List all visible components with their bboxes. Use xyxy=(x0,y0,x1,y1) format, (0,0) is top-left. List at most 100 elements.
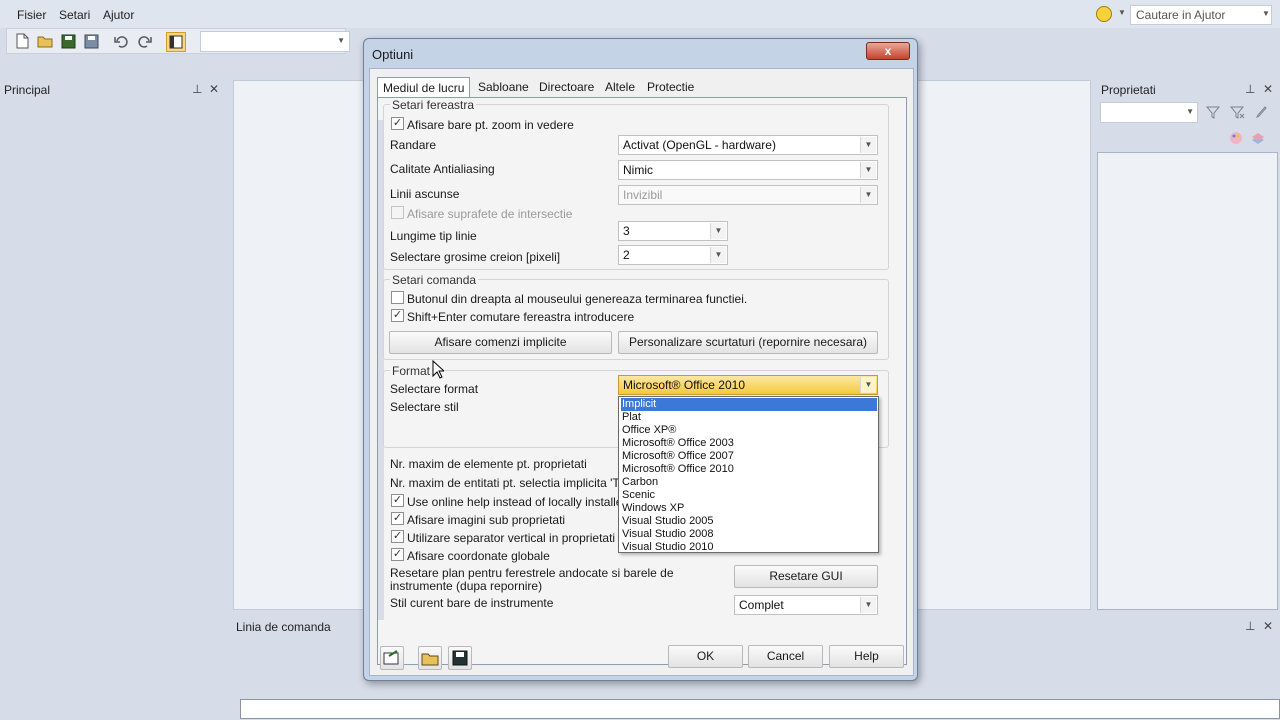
line-type-length-label: Lungime tip linie xyxy=(390,229,477,243)
dialog-title: Optiuni xyxy=(372,47,414,62)
global-coords-label: Afisare coordonate globale xyxy=(407,549,550,563)
vertical-separator-checkbox[interactable]: ✓ xyxy=(391,530,404,543)
antialiasing-label: Calitate Antialiasing xyxy=(390,162,495,176)
dropdown-arrow-icon[interactable]: ▼ xyxy=(1118,8,1126,17)
chevron-down-icon: ▼ xyxy=(1186,107,1194,116)
dropdown-option[interactable]: Implicit xyxy=(621,398,877,411)
rendering-value: Activat (OpenGL - hardware) xyxy=(623,138,776,152)
line-type-length-select[interactable]: 3 ▼ xyxy=(618,221,728,241)
tab-mediul-de-lucru[interactable]: Mediul de lucru xyxy=(377,77,471,98)
undo-icon[interactable] xyxy=(112,32,132,52)
close-icon[interactable]: ✕ xyxy=(209,82,219,96)
properties-selector[interactable]: ▼ xyxy=(1100,102,1198,123)
new-file-icon[interactable] xyxy=(13,32,33,52)
mouse-cursor-icon xyxy=(432,360,444,379)
online-help-checkbox[interactable]: ✓ xyxy=(391,494,404,507)
open-folder-icon[interactable] xyxy=(36,32,56,52)
toolbar-style-label: Stil curent bare de instrumente xyxy=(390,596,554,610)
antialiasing-select[interactable]: Nimic ▼ xyxy=(618,160,878,180)
dropdown-option[interactable]: Visual Studio 2010 xyxy=(621,541,877,554)
help-search-input[interactable]: Cautare in Ajutor xyxy=(1130,5,1272,25)
filter-clear-icon[interactable] xyxy=(1229,104,1245,120)
shift-enter-checkbox[interactable]: ✓ xyxy=(391,309,404,322)
layers-icon[interactable] xyxy=(1250,130,1266,146)
format-value: Microsoft® Office 2010 xyxy=(623,378,746,392)
help-button[interactable]: Help xyxy=(829,645,904,668)
properties-list[interactable] xyxy=(1097,152,1278,610)
tab-sabloane[interactable]: Sabloane xyxy=(473,77,534,98)
dropdown-option[interactable]: Carbon xyxy=(621,476,877,489)
group-title: Format xyxy=(390,364,433,378)
pen-width-select[interactable]: 2 ▼ xyxy=(618,245,728,265)
format-select[interactable]: Microsoft® Office 2010 ▼ xyxy=(618,375,878,395)
hidden-lines-label: Linii ascunse xyxy=(390,187,460,201)
command-line-title: Linia de comanda xyxy=(236,620,331,634)
export-settings-icon[interactable] xyxy=(380,646,404,670)
cancel-button[interactable]: Cancel xyxy=(748,645,823,668)
toolbar-combo[interactable]: ▼ xyxy=(200,31,350,52)
show-default-commands-button[interactable]: Afisare comenzi implicite xyxy=(389,331,612,354)
menu-setari[interactable]: Setari xyxy=(59,8,90,22)
pin-icon[interactable]: ⊥ xyxy=(1245,82,1255,96)
filter-icon[interactable] xyxy=(1205,104,1221,120)
layout-toggle-icon[interactable] xyxy=(166,32,186,52)
vertical-separator-label: Utilizare separator vertical in propriet… xyxy=(407,531,616,545)
open-settings-icon[interactable] xyxy=(418,646,442,670)
right-button-label: Butonul din dreapta al mouseului generea… xyxy=(407,292,748,306)
properties-panel-title: Proprietati xyxy=(1101,83,1156,97)
pen-width-value: 2 xyxy=(623,248,630,262)
right-button-checkbox[interactable] xyxy=(391,291,404,304)
max-entities-label: Nr. maxim de entitati pt. selectia impli… xyxy=(390,476,631,490)
redo-icon[interactable] xyxy=(136,32,156,52)
format-dropdown-list: Implicit Plat Office XP® Microsoft® Offi… xyxy=(618,396,879,553)
rendering-select[interactable]: Activat (OpenGL - hardware) ▼ xyxy=(618,135,878,155)
dropdown-option[interactable]: Microsoft® Office 2003 xyxy=(621,437,877,450)
dropdown-option[interactable]: Plat xyxy=(621,411,877,424)
search-dropdown-icon[interactable]: ▼ xyxy=(1262,9,1270,18)
menu-fisier[interactable]: Fisier xyxy=(17,8,46,22)
save-icon[interactable] xyxy=(82,32,102,52)
color-palette-icon[interactable] xyxy=(1228,130,1244,146)
property-images-label: Afisare imagini sub proprietati xyxy=(407,513,566,527)
tab-protectie[interactable]: Protectie xyxy=(642,77,699,98)
command-input[interactable] xyxy=(240,699,1280,719)
chevron-down-icon: ▼ xyxy=(710,223,726,239)
customize-shortcuts-button[interactable]: Personalizare scurtaturi (repornire nece… xyxy=(618,331,878,354)
intersection-label: Afisare suprafete de intersectie xyxy=(407,207,573,221)
pin-icon[interactable]: ⊥ xyxy=(1245,619,1255,633)
group-title: Setari comanda xyxy=(390,273,479,287)
smiley-icon[interactable] xyxy=(1096,6,1112,22)
zoom-bars-checkbox[interactable]: ✓ xyxy=(391,117,404,130)
tab-directoare[interactable]: Directoare xyxy=(534,77,599,98)
close-icon[interactable]: ✕ xyxy=(1263,82,1273,96)
dropdown-option[interactable]: Visual Studio 2005 xyxy=(621,515,877,528)
toolbar-style-select[interactable]: Complet ▼ xyxy=(734,595,878,615)
hidden-lines-value: Invizibil xyxy=(623,188,663,202)
dropdown-option[interactable]: Office XP® xyxy=(621,424,877,437)
close-icon[interactable]: ✕ xyxy=(1263,619,1273,633)
ok-button[interactable]: OK xyxy=(668,645,743,668)
dropdown-option[interactable]: Microsoft® Office 2007 xyxy=(621,450,877,463)
pencil-icon[interactable] xyxy=(1253,104,1269,120)
select-format-label: Selectare format xyxy=(390,382,479,396)
antialiasing-value: Nimic xyxy=(623,163,653,177)
dropdown-option[interactable]: Microsoft® Office 2010 xyxy=(621,463,877,476)
property-images-checkbox[interactable]: ✓ xyxy=(391,512,404,525)
tab-altele[interactable]: Altele xyxy=(600,77,640,98)
save-all-icon[interactable] xyxy=(59,32,79,52)
reset-gui-button[interactable]: Resetare GUI xyxy=(734,565,878,588)
online-help-label: Use online help instead of locally insta… xyxy=(407,495,646,509)
shift-enter-label: Shift+Enter comutare fereastra introduce… xyxy=(407,310,635,324)
pin-icon[interactable]: ⊥ xyxy=(192,82,202,96)
dialog-close-button[interactable]: x xyxy=(866,42,910,60)
global-coords-checkbox[interactable]: ✓ xyxy=(391,548,404,561)
max-properties-label: Nr. maxim de elemente pt. proprietati xyxy=(390,457,587,471)
toolbar-style-value: Complet xyxy=(739,598,784,612)
dropdown-option[interactable]: Windows XP xyxy=(621,502,877,515)
dropdown-option[interactable]: Visual Studio 2008 xyxy=(621,528,877,541)
chevron-down-icon: ▼ xyxy=(860,187,876,203)
menu-ajutor[interactable]: Ajutor xyxy=(103,8,134,22)
hidden-lines-select[interactable]: Invizibil ▼ xyxy=(618,185,878,205)
save-settings-icon[interactable] xyxy=(448,646,472,670)
dropdown-option[interactable]: Scenic xyxy=(621,489,877,502)
